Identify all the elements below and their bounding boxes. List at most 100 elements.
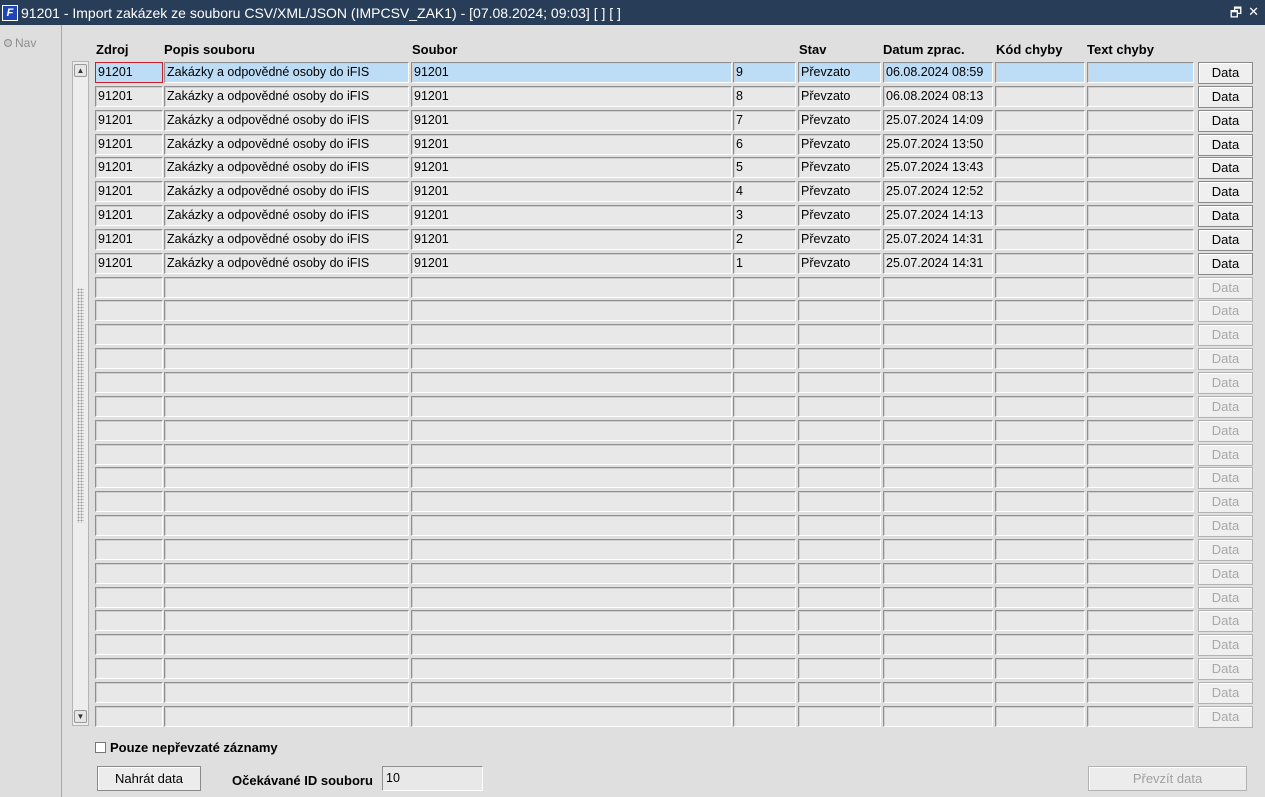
- file-id-cell[interactable]: [733, 586, 796, 608]
- datum-cell[interactable]: [883, 586, 993, 608]
- text-chyby-cell[interactable]: [1087, 562, 1194, 584]
- kod-chyby-cell[interactable]: [995, 228, 1085, 250]
- data-button[interactable]: Data: [1198, 658, 1253, 681]
- kod-chyby-cell[interactable]: [995, 252, 1085, 274]
- stav-cell[interactable]: [798, 515, 881, 537]
- text-chyby-cell[interactable]: [1087, 371, 1194, 393]
- stav-cell[interactable]: Převzato: [798, 228, 881, 250]
- datum-cell[interactable]: 06.08.2024 08:59: [883, 62, 993, 83]
- zdroj-cell[interactable]: [95, 419, 163, 441]
- text-chyby-cell[interactable]: [1087, 300, 1194, 322]
- file-id-cell[interactable]: 1: [733, 252, 796, 274]
- data-button[interactable]: Data: [1198, 538, 1253, 561]
- text-chyby-cell[interactable]: [1087, 586, 1194, 608]
- soubor-cell[interactable]: 91201: [411, 252, 732, 274]
- popis-cell[interactable]: [164, 348, 409, 370]
- datum-cell[interactable]: [883, 658, 993, 680]
- text-chyby-cell[interactable]: [1087, 443, 1194, 465]
- text-chyby-cell[interactable]: [1087, 228, 1194, 250]
- text-chyby-cell[interactable]: [1087, 538, 1194, 560]
- popis-cell[interactable]: [164, 681, 409, 703]
- vertical-scrollbar[interactable]: ▲ ▼: [72, 61, 89, 726]
- kod-chyby-cell[interactable]: [995, 133, 1085, 155]
- kod-chyby-cell[interactable]: [995, 515, 1085, 537]
- zdroj-cell[interactable]: [95, 681, 163, 703]
- datum-cell[interactable]: 06.08.2024 08:13: [883, 85, 993, 107]
- datum-cell[interactable]: 25.07.2024 14:31: [883, 228, 993, 250]
- datum-cell[interactable]: [883, 276, 993, 298]
- zdroj-cell[interactable]: 91201: [95, 205, 163, 227]
- stav-cell[interactable]: [798, 705, 881, 727]
- kod-chyby-cell[interactable]: [995, 491, 1085, 513]
- datum-cell[interactable]: [883, 681, 993, 703]
- zdroj-cell[interactable]: 91201: [95, 157, 163, 179]
- stav-cell[interactable]: [798, 443, 881, 465]
- file-id-cell[interactable]: [733, 324, 796, 346]
- file-id-cell[interactable]: 7: [733, 109, 796, 131]
- zdroj-cell[interactable]: [95, 705, 163, 727]
- popis-cell[interactable]: [164, 515, 409, 537]
- stav-cell[interactable]: [798, 538, 881, 560]
- kod-chyby-cell[interactable]: [995, 586, 1085, 608]
- popis-cell[interactable]: [164, 443, 409, 465]
- file-id-cell[interactable]: [733, 348, 796, 370]
- stav-cell[interactable]: [798, 610, 881, 632]
- datum-cell[interactable]: [883, 300, 993, 322]
- kod-chyby-cell[interactable]: [995, 419, 1085, 441]
- file-id-cell[interactable]: [733, 705, 796, 727]
- nav-tab[interactable]: Nav: [4, 36, 36, 50]
- data-button[interactable]: Data: [1198, 181, 1253, 204]
- stav-cell[interactable]: [798, 395, 881, 417]
- text-chyby-cell[interactable]: [1087, 419, 1194, 441]
- file-id-cell[interactable]: [733, 371, 796, 393]
- file-id-cell[interactable]: 9: [733, 62, 796, 83]
- restore-icon[interactable]: 🗗: [1230, 4, 1242, 26]
- soubor-cell[interactable]: [411, 276, 732, 298]
- text-chyby-cell[interactable]: [1087, 515, 1194, 537]
- text-chyby-cell[interactable]: [1087, 85, 1194, 107]
- zdroj-cell[interactable]: [95, 371, 163, 393]
- zdroj-cell[interactable]: 91201: [95, 109, 163, 131]
- data-button[interactable]: Data: [1198, 157, 1253, 180]
- data-button[interactable]: Data: [1198, 133, 1253, 156]
- datum-cell[interactable]: 25.07.2024 12:52: [883, 181, 993, 203]
- zdroj-cell[interactable]: [95, 658, 163, 680]
- soubor-cell[interactable]: [411, 348, 732, 370]
- popis-cell[interactable]: Zakázky a odpovědné osoby do iFIS: [164, 252, 409, 274]
- kod-chyby-cell[interactable]: [995, 610, 1085, 632]
- text-chyby-cell[interactable]: [1087, 705, 1194, 727]
- kod-chyby-cell[interactable]: [995, 181, 1085, 203]
- popis-cell[interactable]: Zakázky a odpovědné osoby do iFIS: [164, 62, 409, 83]
- data-button[interactable]: Data: [1198, 491, 1253, 514]
- file-id-cell[interactable]: 6: [733, 133, 796, 155]
- file-id-cell[interactable]: 3: [733, 205, 796, 227]
- data-button[interactable]: Data: [1198, 395, 1253, 418]
- zdroj-cell[interactable]: [95, 467, 163, 489]
- data-button[interactable]: Data: [1198, 300, 1253, 323]
- data-button[interactable]: Data: [1198, 586, 1253, 609]
- zdroj-cell[interactable]: [95, 348, 163, 370]
- data-button[interactable]: Data: [1198, 276, 1253, 299]
- datum-cell[interactable]: [883, 515, 993, 537]
- text-chyby-cell[interactable]: [1087, 395, 1194, 417]
- soubor-cell[interactable]: 91201: [411, 181, 732, 203]
- zdroj-cell[interactable]: [95, 586, 163, 608]
- data-button[interactable]: Data: [1198, 634, 1253, 657]
- popis-cell[interactable]: Zakázky a odpovědné osoby do iFIS: [164, 133, 409, 155]
- kod-chyby-cell[interactable]: [995, 681, 1085, 703]
- data-button[interactable]: Data: [1198, 228, 1253, 251]
- stav-cell[interactable]: [798, 300, 881, 322]
- datum-cell[interactable]: [883, 348, 993, 370]
- datum-cell[interactable]: [883, 610, 993, 632]
- stav-cell[interactable]: [798, 371, 881, 393]
- popis-cell[interactable]: Zakázky a odpovědné osoby do iFIS: [164, 109, 409, 131]
- zdroj-cell[interactable]: [95, 515, 163, 537]
- text-chyby-cell[interactable]: [1087, 634, 1194, 656]
- soubor-cell[interactable]: [411, 658, 732, 680]
- text-chyby-cell[interactable]: [1087, 109, 1194, 131]
- kod-chyby-cell[interactable]: [995, 467, 1085, 489]
- popis-cell[interactable]: Zakázky a odpovědné osoby do iFIS: [164, 205, 409, 227]
- zdroj-cell[interactable]: [95, 610, 163, 632]
- data-button[interactable]: Data: [1198, 252, 1253, 275]
- data-button[interactable]: Data: [1198, 205, 1253, 228]
